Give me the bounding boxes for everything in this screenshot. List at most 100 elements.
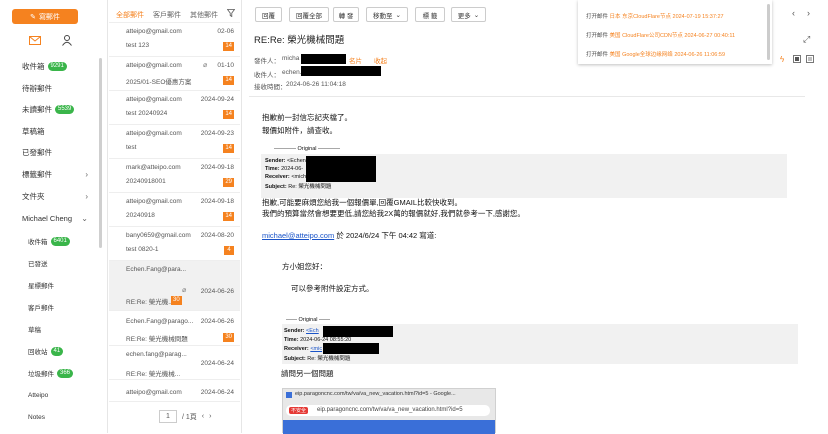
page-input[interactable]: 1: [159, 410, 177, 423]
count-badge: 6401: [50, 236, 70, 246]
mail-badge: 14: [223, 110, 234, 119]
mail-row[interactable]: atteipo@gmail.com 2024-09-24 test 2024092…: [109, 91, 240, 125]
mail-tab-icon[interactable]: [27, 32, 43, 48]
next-page-icon[interactable]: ›: [209, 413, 211, 420]
more-button[interactable]: 更多 ⌄: [451, 7, 486, 22]
contacts-tab-icon[interactable]: [59, 32, 75, 48]
original-header: —— Original ——: [286, 317, 331, 323]
menu-icon[interactable]: [806, 55, 814, 65]
folder-todo[interactable]: 待辦郵件: [0, 78, 104, 98]
label-button[interactable]: 標 籤: [415, 7, 445, 22]
body-line: 我們的預算當然會想要更低,請您給我2X萬的報價就好,我們就參考一下,感謝您。: [262, 209, 525, 218]
filter-icon[interactable]: [226, 9, 236, 19]
from-label: 發件人：: [254, 58, 280, 65]
folder-drafts[interactable]: 草稿箱: [0, 121, 104, 141]
chevron-down-icon: ⌄: [395, 11, 401, 19]
quote-intro: michael@atteipo.com 於 2024/6/24 下午 04:42…: [262, 231, 437, 240]
notification-row: 打开邮件 美国 Google全球边缘网络 2024-06-26 11:06:59: [586, 52, 726, 58]
print-icon[interactable]: [793, 55, 801, 65]
mail-badge: 4: [224, 246, 234, 255]
mail-row[interactable]: echen.fang@parag... 2024-06-24 RE:Re: 榮光機…: [109, 346, 240, 380]
pencil-icon: ✎: [30, 13, 36, 21]
compose-button[interactable]: ✎ 寫郵件: [12, 9, 78, 24]
mail-row[interactable]: atteipo@gmail.com 02-06 test 123 14: [109, 23, 240, 57]
attachment-icon: ⌀: [203, 62, 208, 69]
sub-spam[interactable]: 垃圾郵件 366: [0, 364, 104, 382]
page-total: / 1頁: [182, 413, 197, 421]
redacted-block: [301, 66, 381, 76]
sub-notes[interactable]: Notes: [0, 408, 104, 426]
body-line: 報價如附件，請查收。: [262, 126, 337, 135]
prev-page-icon[interactable]: ‹: [202, 413, 204, 420]
time-value: 2024-06-26 11:04:18: [286, 81, 346, 88]
notification-row: 打开邮件 日本 东京CloudFlare节点 2024-07-19 15:37:…: [586, 14, 724, 20]
embedded-screenshot: eip.paragoncnc.com/tw/va/va_new_vacation…: [282, 388, 496, 434]
folder-tagged[interactable]: 標籤郵件 ›: [0, 164, 104, 184]
email-link[interactable]: michael@atteipo.com: [262, 231, 334, 240]
mail-row[interactable]: atteipo@gmail.com 2024-06-24: [109, 380, 240, 402]
folder-folders[interactable]: 文件夾 ›: [0, 186, 104, 206]
mail-row[interactable]: Echen.Fang@parago... 2024-06-26 RE:Re: 榮光…: [109, 312, 240, 346]
mail-row[interactable]: atteipo@gmail.com 2024-09-18 20240918 14: [109, 193, 240, 227]
to-label: 收件人：: [254, 72, 280, 79]
mail-badge: 14: [223, 212, 234, 221]
folder-inbox[interactable]: 收件箱 9291: [0, 56, 104, 76]
body-line: 抱歉前一封信忘記夾檔了。: [262, 113, 352, 122]
next-mail-icon[interactable]: ›: [807, 8, 810, 18]
mail-list: 全部郵件 客戶郵件 其他郵件 atteipo@gmail.com 02-06 te…: [109, 0, 242, 433]
sub-sent[interactable]: 已發送: [0, 254, 104, 272]
redacted-block: [323, 326, 393, 337]
sub-customer[interactable]: 客戶郵件: [0, 298, 104, 316]
browser-icon: [286, 392, 292, 398]
mail-row-selected[interactable]: Echen.Fang@para... ⌀ 2024-06-26 RE:Re: 榮光機…: [109, 261, 240, 311]
prev-mail-icon[interactable]: ‹: [792, 8, 795, 18]
reply-all-button[interactable]: 回覆全部: [289, 7, 329, 22]
sub-starred[interactable]: 星標郵件: [0, 276, 104, 294]
message-subject: RE:Re: 榮光機械問題: [254, 35, 345, 46]
mail-row[interactable]: bany0659@gmail.com 2024-08-20 test 0820-1…: [109, 227, 240, 261]
original-header: ———— Original ————: [274, 146, 341, 152]
pagination: 1 / 1頁 ‹ ›: [159, 410, 211, 423]
mail-row[interactable]: atteipo@gmail.com ⌀ 01-10 2025/01-SEO優惠方案 1…: [109, 57, 240, 91]
folder-unread[interactable]: 未讀郵件 5539: [0, 99, 104, 119]
popup-scrollbar[interactable]: [767, 4, 770, 60]
mail-badge: 14: [223, 76, 234, 85]
from-value: micha: [282, 55, 300, 62]
chevron-down-icon: ⌄: [81, 213, 88, 223]
move-to-button[interactable]: 移動至 ⌄: [366, 7, 408, 22]
body-line: 請問另一個問題: [281, 369, 334, 378]
count-badge: 366: [57, 368, 74, 378]
message-reader: 回覆 回覆全部 轉 發 移動至 ⌄ 標 籤 更多 ⌄ RE:Re: 榮光機械問題 發…: [243, 0, 828, 434]
count-badge: 5539: [55, 104, 75, 114]
to-value: echen.: [282, 69, 302, 76]
sub-drafts[interactable]: 草稿: [0, 320, 104, 338]
mail-badge: 29: [223, 178, 234, 187]
body-line: 抱歉,可能要麻煩您給我一個報價單,回覆GMAIL比較快收到。: [262, 198, 463, 207]
expand-icon[interactable]: ⤢: [803, 34, 810, 45]
count-badge: 41: [50, 346, 64, 356]
tab-customer-mail[interactable]: 客戶郵件: [153, 10, 181, 20]
sub-atteipo[interactable]: Atteipo: [0, 386, 104, 404]
mail-badge: 30: [223, 333, 234, 342]
forward-button[interactable]: 轉 發: [333, 7, 359, 22]
time-label: 接收時間：: [254, 84, 287, 91]
card-link[interactable]: 名片: [349, 55, 362, 65]
account-michael-cheng[interactable]: Michael Cheng ⌄: [0, 208, 104, 228]
redacted-block: [301, 54, 346, 64]
folder-sent[interactable]: 已發郵件: [0, 142, 104, 162]
sidebar: ✎ 寫郵件 收件箱 9291 待辦郵件 未讀郵件 5539 草稿箱 已發郵件 標籤郵…: [0, 0, 108, 433]
tab-other-mail[interactable]: 其他郵件: [190, 10, 218, 20]
collapse-link[interactable]: 收起: [374, 55, 387, 65]
flash-icon[interactable]: ϟ: [780, 55, 784, 64]
attachment-icon: ⌀: [182, 287, 187, 294]
greeting: 方小姐您好：: [282, 262, 327, 271]
redacted-block: [323, 343, 379, 354]
sub-inbox[interactable]: 收件箱 6401: [0, 232, 104, 250]
sub-trash[interactable]: 回收站 41: [0, 342, 104, 360]
reply-button[interactable]: 回覆: [255, 7, 282, 22]
sidebar-scrollbar[interactable]: [99, 58, 102, 248]
mail-row[interactable]: atteipo@gmail.com 2024-09-23 test 14: [109, 125, 240, 159]
body-line: 可以參考附件設定方式。: [291, 284, 374, 293]
mail-row[interactable]: mark@atteipo.com 2024-09-18 20240918001 29: [109, 159, 240, 193]
mail-badge: 30: [171, 296, 182, 305]
